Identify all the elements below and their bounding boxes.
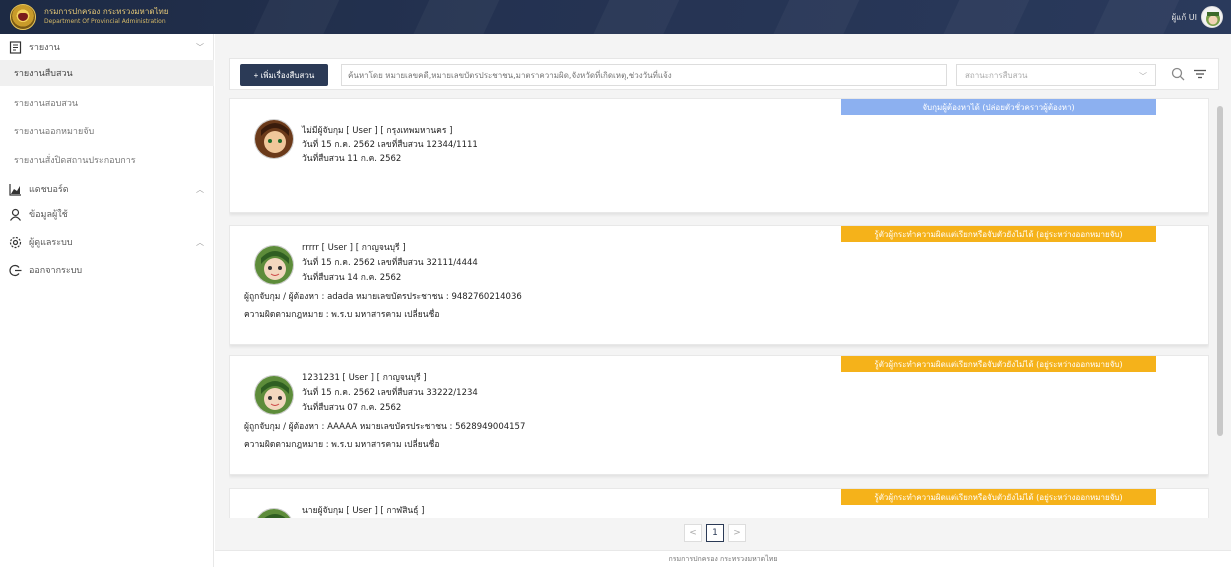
card-date-line: วันที่ 15 ก.ค. 2562 เลขที่สืบสวน 12344/1… [302, 140, 478, 150]
sidebar-item-label: แดชบอร์ด [29, 185, 69, 195]
sidebar-item-label: รายงานสืบสวน [14, 69, 73, 79]
status-select[interactable]: สถานะการสืบสวน ﹀ [956, 64, 1156, 86]
sidebar-item-dashboard[interactable]: แดชบอร์ด ︿ [0, 176, 214, 202]
chevron-up-icon: ︿ [196, 185, 204, 194]
gear-icon [8, 235, 22, 249]
sidebar-item-closure-report[interactable]: รายงานสั่งปิดสถานประกอบการ [0, 147, 214, 173]
top-header: กรมการปกครอง กระทรวงมหาดไทย Department O… [0, 0, 1231, 34]
main-content: + เพิ่มเรื่องสืบสวน สถานะการสืบสวน ﹀ จับ… [215, 34, 1231, 567]
user-name[interactable]: ผู้แก้ UI [1172, 11, 1197, 24]
footer: กรมการปกครอง กระทรวงมหาดไทย [215, 550, 1231, 567]
investigation-list: จับกุมผู้ต้องหาได้ (ปล่อยตัวชั่วคราวผู้ต… [229, 98, 1209, 518]
department-logo[interactable] [10, 4, 36, 30]
avatar [254, 245, 294, 285]
status-badge: รู้ตัวผู้กระทำความผิดแต่เรียกหรือจับตัวย… [841, 489, 1156, 505]
user-icon [8, 207, 22, 221]
sidebar-item-label: รายงานสอบสวน [14, 99, 79, 109]
org-name-en: Department Of Provincial Administration [44, 18, 166, 25]
avatar [254, 508, 294, 518]
chevron-down-icon: ﹀ [196, 43, 204, 52]
sidebar-item-logout[interactable]: ออกจากระบบ [0, 257, 214, 283]
pagination: < 1 > [684, 524, 746, 542]
sidebar-item-label: ผู้ดูแลระบบ [29, 238, 73, 248]
search-input[interactable] [341, 64, 947, 86]
card-title: rrrrr [ User ] [ กาญจนบุรี ] [302, 243, 406, 253]
sidebar-item-label: รายงานออกหมายจับ [14, 127, 95, 137]
toolbar: + เพิ่มเรื่องสืบสวน สถานะการสืบสวน ﹀ [229, 58, 1219, 90]
filter-icon[interactable] [1191, 65, 1209, 83]
sidebar-item-warrant-report[interactable]: รายงานออกหมายจับ [0, 118, 214, 144]
investigation-card[interactable]: รู้ตัวผู้กระทำความผิดแต่เรียกหรือจับตัวย… [229, 225, 1209, 345]
next-page-button[interactable]: > [728, 524, 746, 542]
add-investigation-button[interactable]: + เพิ่มเรื่องสืบสวน [240, 64, 328, 86]
status-badge: จับกุมผู้ต้องหาได้ (ปล่อยตัวชั่วคราวผู้ต… [841, 99, 1156, 115]
report-icon [8, 40, 22, 54]
sidebar-item-investigation-report[interactable]: รายงานสืบสวน [0, 60, 214, 86]
list-scrollbar[interactable] [1215, 98, 1225, 518]
user-avatar[interactable] [1201, 6, 1223, 28]
card-suspect: ผู้ถูกจับกุม / ผู้ต้องหา : AAAAA หมายเลข… [244, 422, 526, 432]
sidebar-item-label: ข้อมูลผู้ใช้ [29, 210, 68, 220]
chart-icon [8, 182, 22, 196]
avatar [254, 119, 294, 159]
card-investigation-date: วันที่สืบสวน 07 ก.ค. 2562 [302, 403, 402, 413]
investigation-card[interactable]: จับกุมผู้ต้องหาได้ (ปล่อยตัวชั่วคราวผู้ต… [229, 98, 1209, 213]
status-badge: รู้ตัวผู้กระทำความผิดแต่เรียกหรือจับตัวย… [841, 226, 1156, 242]
card-title: ไม่มีผู้จับกุม [ User ] [ กรุงเทพมหานคร … [302, 126, 453, 136]
page-number-button[interactable]: 1 [706, 524, 724, 542]
card-suspect: ผู้ถูกจับกุม / ผู้ต้องหา : adada หมายเลข… [244, 292, 522, 302]
sidebar-item-inquiry-report[interactable]: รายงานสอบสวน [0, 90, 214, 116]
status-select-placeholder: สถานะการสืบสวน [965, 70, 1028, 80]
card-title: นายผู้จับกุม [ User ] [ กาฬสินธุ์ ] [302, 506, 425, 516]
sidebar-item-user-info[interactable]: ข้อมูลผู้ใช้ [0, 201, 214, 227]
search-icon[interactable] [1169, 65, 1187, 83]
card-offense: ความผิดตามกฎหมาย : พ.ร.บ มหาสารคาม เปลี่… [244, 310, 440, 320]
chevron-down-icon: ﹀ [1139, 72, 1147, 81]
logout-icon [8, 263, 22, 277]
avatar [254, 375, 294, 415]
sidebar-item-reports[interactable]: รายงาน ﹀ [0, 34, 214, 60]
prev-page-button[interactable]: < [684, 524, 702, 542]
investigation-card[interactable]: รู้ตัวผู้กระทำความผิดแต่เรียกหรือจับตัวย… [229, 355, 1209, 475]
sidebar-item-label: รายงานสั่งปิดสถานประกอบการ [14, 156, 136, 166]
card-title: 1231231 [ User ] [ กาญจนบุรี ] [302, 373, 427, 383]
investigation-card[interactable]: รู้ตัวผู้กระทำความผิดแต่เรียกหรือจับตัวย… [229, 488, 1209, 518]
sidebar-item-admin[interactable]: ผู้ดูแลระบบ ︿ [0, 229, 214, 255]
org-name-th: กรมการปกครอง กระทรวงมหาดไทย [44, 7, 169, 16]
card-date-line: วันที่ 15 ก.ค. 2562 เลขที่สืบสวน 33222/1… [302, 388, 478, 398]
card-offense: ความผิดตามกฎหมาย : พ.ร.บ มหาสารคาม เปลี่… [244, 440, 440, 450]
footer-text: กรมการปกครอง กระทรวงมหาดไทย [668, 554, 778, 563]
card-investigation-date: วันที่สืบสวน 11 ก.ค. 2562 [302, 154, 402, 164]
chevron-up-icon: ︿ [196, 238, 204, 247]
status-badge: รู้ตัวผู้กระทำความผิดแต่เรียกหรือจับตัวย… [841, 356, 1156, 372]
sidebar-item-label: รายงาน [29, 43, 60, 53]
card-investigation-date: วันที่สืบสวน 14 ก.ค. 2562 [302, 273, 402, 283]
sidebar-item-label: ออกจากระบบ [29, 266, 83, 276]
scrollbar-thumb[interactable] [1217, 106, 1223, 436]
card-date-line: วันที่ 15 ก.ค. 2562 เลขที่สืบสวน 32111/4… [302, 258, 478, 268]
sidebar: รายงาน ﹀ รายงานสืบสวน รายงานสอบสวน รายงา… [0, 34, 214, 567]
